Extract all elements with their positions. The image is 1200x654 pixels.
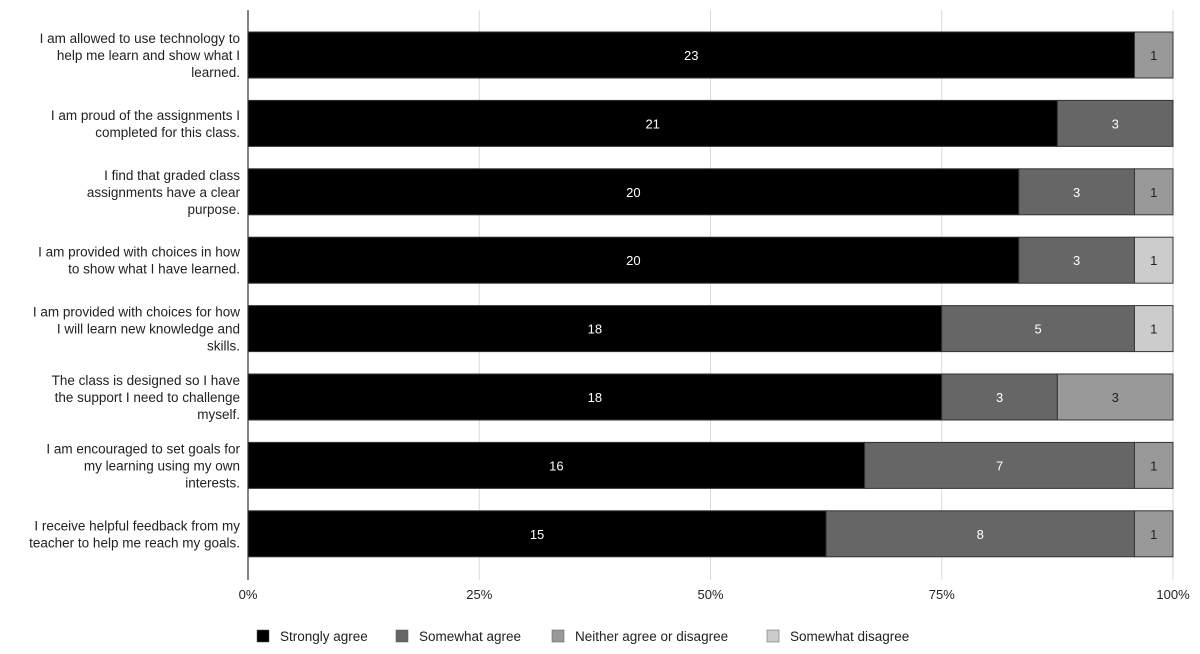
data-label: 1: [1150, 527, 1157, 542]
data-label: 3: [1073, 253, 1080, 268]
category-label: I am encouraged to set goals for my learn…: [46, 441, 240, 490]
legend-swatch: [256, 629, 270, 643]
bar-row: 21 3: [247, 99, 1174, 147]
data-label: 16: [549, 458, 563, 473]
data-label: 3: [1112, 116, 1119, 131]
data-label: 3: [1112, 390, 1119, 405]
category-labels: I am allowed to use technology to help me…: [29, 31, 240, 550]
data-label: 3: [996, 390, 1003, 405]
bar-row: 18 5 1: [247, 305, 1174, 353]
legend-item: Strongly agree: [256, 629, 368, 644]
category-label: I am provided with choices for how I will…: [33, 305, 240, 354]
bar-row: 16 7 1: [247, 441, 1174, 489]
data-label: 5: [1034, 322, 1041, 337]
category-label: I am allowed to use technology to help me…: [40, 31, 240, 80]
gridlines: [478, 10, 1174, 580]
legend: Strongly agree Somewhat agree Neither agre…: [256, 629, 909, 644]
legend-item: Somewhat agree: [395, 629, 521, 644]
data-label: 1: [1150, 48, 1157, 63]
data-label: 20: [626, 253, 640, 268]
legend-label: Strongly agree: [280, 629, 368, 644]
x-tick-label: 25%: [466, 587, 492, 602]
x-tick-label: 0%: [239, 587, 258, 602]
legend-label: Somewhat agree: [419, 629, 521, 644]
data-label: 18: [588, 390, 602, 405]
bar-row: 20 3 1: [247, 168, 1174, 216]
legend-item: Somewhat disagree: [766, 629, 909, 644]
data-label: 18: [588, 322, 602, 337]
bar-row: 18 3 3: [247, 373, 1174, 421]
data-label: 1: [1150, 185, 1157, 200]
data-label: 15: [530, 527, 544, 542]
data-label: 1: [1150, 322, 1157, 337]
category-label: I receive helpful feedback from my teache…: [29, 518, 240, 550]
x-axis-tick-labels: 0% 25% 50% 75% 100%: [239, 587, 1190, 602]
bar-row: 15 8 1: [247, 510, 1174, 558]
legend-label: Neither agree or disagree: [575, 629, 728, 644]
data-label: 21: [645, 116, 659, 131]
category-label: I am proud of the assignments Icompleted…: [51, 108, 240, 140]
stacked-bar-chart: 23 121 320 3 120 3 118 5 118 3 316 7 115 8 1 I am allo…: [29, 10, 1190, 644]
data-label: 1: [1150, 458, 1157, 473]
x-tick-label: 50%: [697, 587, 723, 602]
x-tick-label: 100%: [1156, 587, 1190, 602]
bar-row: 23 1: [247, 31, 1174, 79]
bar-row: 20 3 1: [247, 236, 1174, 284]
data-label: 3: [1073, 185, 1080, 200]
category-label: The class is designed so I have the suppo…: [52, 373, 240, 422]
legend-swatch: [395, 629, 409, 643]
data-label: 23: [684, 48, 698, 63]
legend-label: Somewhat disagree: [790, 629, 909, 644]
category-label: I am provided with choices in how to show…: [38, 245, 240, 277]
legend-item: Neither agree or disagree: [551, 629, 728, 644]
data-label: 1: [1150, 253, 1157, 268]
legend-swatch: [766, 629, 780, 643]
data-label: 8: [977, 527, 984, 542]
data-label: 7: [996, 458, 1003, 473]
data-label: 20: [626, 185, 640, 200]
category-label: I find that graded class assignments have…: [87, 168, 241, 217]
x-tick-label: 75%: [929, 587, 955, 602]
legend-swatch: [551, 629, 565, 643]
